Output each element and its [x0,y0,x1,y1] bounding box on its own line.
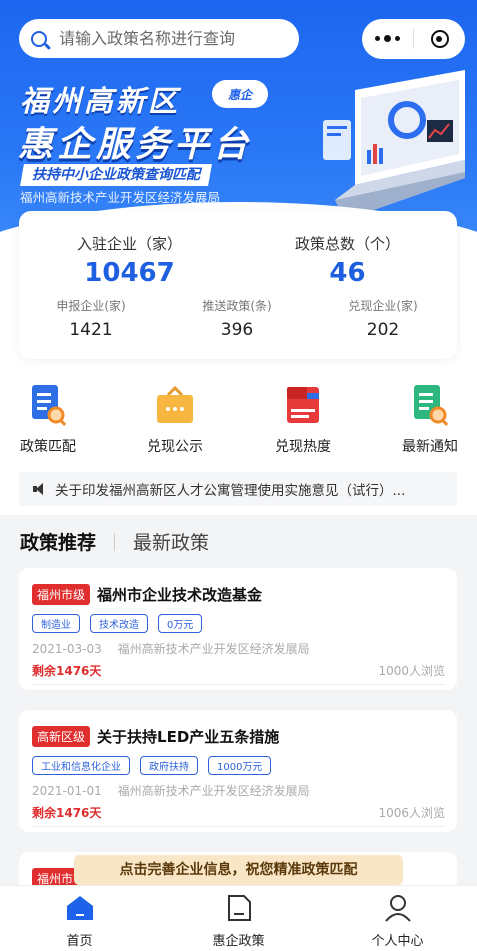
quick-policy-match[interactable]: 政策匹配 [8,383,88,456]
bottom-nav: 首页 惠企政策 个人中心 [0,885,477,951]
quick-redeem-publicity[interactable]: 兑现公示 [135,383,215,456]
banner-title-line2: 惠企服务平台 [18,125,253,165]
home-icon [66,896,93,920]
policy-date: 2021-03-03 [32,642,102,656]
quick-redeem-heat[interactable]: 兑现热度 [263,383,343,456]
nav-home[interactable]: 首页 [0,886,159,951]
nav-label: 惠企政策 [212,934,265,949]
complete-profile-prompt[interactable]: 点击完善企业信息，祝您精准政策匹配 [74,855,403,885]
more-icon[interactable] [362,35,413,42]
quick-label: 最新通知 [402,439,458,455]
quick-entries: 政策匹配 兑现公示 兑现热度 最新通知 [0,383,477,463]
stat-value: 10467 [84,258,175,288]
banner-title-line1: 福州高新区 [20,84,181,118]
nav-policies[interactable]: 惠企政策 [159,886,318,951]
policy-date: 2021-01-01 [32,784,102,798]
policy-dept: 福州高新技术产业开发区经济发展局 [117,784,310,798]
quick-label: 兑现热度 [275,439,331,455]
stat-label: 政策总数（个） [295,235,401,253]
speaker-icon [33,483,47,495]
stat-value: 396 [220,320,254,340]
miniprogram-capsule [362,19,465,59]
policy-tags: 制造业 技术改造 0万元 [32,614,203,633]
banner-tagline: 扶持中小企业政策查询匹配 [20,164,212,186]
search-bar[interactable] [19,19,299,58]
document-icon [227,895,251,921]
policy-tag: 技术改造 [90,614,148,633]
close-miniprogram-icon[interactable] [414,30,465,48]
policy-tabs: 政策推荐 最新政策 [20,528,209,555]
doc-search-icon [32,385,67,426]
policy-meta: 2021-03-03 福州高新技术产业开发区经济发展局 [32,640,310,657]
level-badge: 高新区级 [32,726,91,747]
tab-divider [114,532,116,551]
card-divider [32,826,445,827]
nav-profile[interactable]: 个人中心 [318,886,477,951]
policy-tag: 0万元 [158,614,203,633]
quick-label: 政策匹配 [20,439,76,455]
notice-search-icon [414,385,449,426]
banner-subtitle: 福州高新技术产业开发区经济发展局 [20,190,221,205]
tab-recommended[interactable]: 政策推荐 [20,528,96,555]
nav-label: 个人中心 [371,934,424,949]
brand-logo: 惠企 [212,80,268,108]
stat-policies: 政策总数（个） 46 [295,233,400,288]
tab-latest[interactable]: 最新政策 [133,528,209,555]
level-badge: 福州市级 [32,584,91,605]
notice-bar[interactable]: 关于印发福州高新区人才公寓管理使用实施意见（试行）... [19,472,457,506]
policy-dept: 福州高新技术产业开发区经济发展局 [117,642,310,656]
user-icon [384,895,411,922]
stat-label: 推送政策(条) [202,299,272,313]
nav-label: 首页 [66,934,93,949]
policy-tag: 政府扶持 [140,756,198,775]
flag-folder-icon [287,387,319,423]
brand-logo-text: 惠企 [227,87,252,102]
policy-title: 关于扶持LED产业五条措施 [97,728,280,746]
days-remaining: 剩余1476天 [32,664,102,678]
stat-pushed: 推送政策(条) 396 [177,297,297,340]
quick-label: 兑现公示 [147,439,203,455]
search-icon [31,30,47,47]
stat-redeemed: 兑现企业(家) 202 [323,297,443,340]
policy-tags: 工业和信息化企业 政府扶持 1000万元 [32,756,272,775]
card-divider [32,684,445,685]
quick-latest-notice[interactable]: 最新通知 [390,383,470,456]
stat-label: 申报企业(家) [56,299,126,313]
search-input[interactable] [57,28,281,49]
policy-card[interactable]: 福州市级 福州市企业技术改造基金 制造业 技术改造 0万元 2021-03-03… [19,568,457,690]
stat-enterprises: 入驻企业（家） 10467 [77,233,182,288]
stat-value: 1421 [69,320,113,340]
policy-tag: 制造业 [32,614,80,633]
policy-title: 福州市企业技术改造基金 [97,586,263,604]
stat-value: 46 [329,258,366,288]
policy-tag: 工业和信息化企业 [32,756,130,775]
policy-tag: 1000万元 [208,756,272,775]
days-remaining: 剩余1476天 [32,806,102,820]
stat-applied: 申报企业(家) 1421 [31,297,151,340]
stat-label: 入驻企业（家） [77,235,183,253]
stat-value: 202 [366,320,400,340]
briefcase-icon [157,385,193,423]
policy-card[interactable]: 高新区级 关于扶持LED产业五条措施 工业和信息化企业 政府扶持 1000万元 … [19,710,457,832]
stats-card: 入驻企业（家） 10467 政策总数（个） 46 申报企业(家) 1421 推送… [19,211,457,359]
stat-label: 兑现企业(家) [348,299,418,313]
view-count: 1000人浏览 [378,664,445,678]
notice-text: 关于印发福州高新区人才公寓管理使用实施意见（试行）... [55,483,406,499]
view-count: 1006人浏览 [378,806,445,820]
policy-meta: 2021-01-01 福州高新技术产业开发区经济发展局 [32,782,310,799]
